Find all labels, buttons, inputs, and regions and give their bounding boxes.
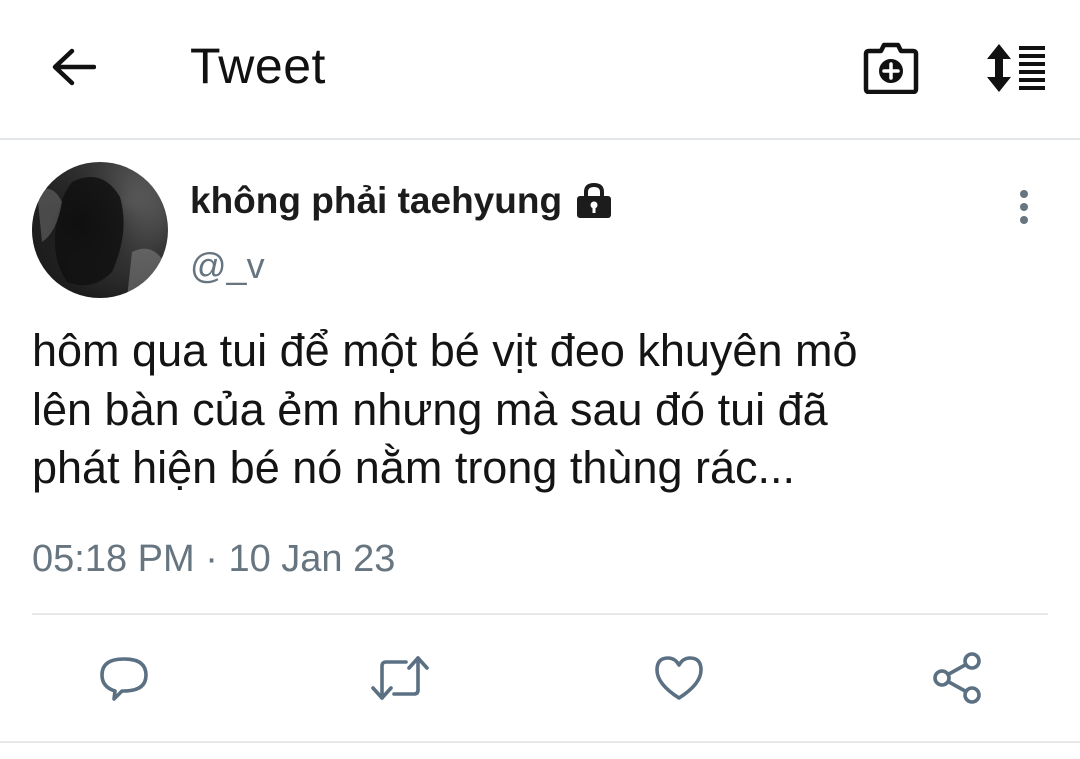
retweet-icon: [371, 656, 429, 700]
display-name[interactable]: không phải taehyung: [190, 176, 562, 226]
profile-photo: [32, 162, 168, 298]
camera-plus-icon: [863, 42, 919, 94]
camera-button[interactable]: [858, 36, 924, 100]
tweet-text-line: phát hiện bé nó nằm trong thùng rác...: [32, 442, 796, 493]
reply-icon: [100, 657, 148, 701]
more-vertical-icon: [1020, 190, 1028, 224]
divider: [32, 613, 1048, 615]
sort-list-icon: [987, 44, 1045, 92]
tweet-date: 10 Jan 23: [228, 538, 396, 580]
avatar[interactable]: [32, 162, 168, 298]
tweet-text: hôm qua tui để một bé vịt đeo khuyên mỏ …: [32, 322, 1032, 498]
reply-button[interactable]: [94, 648, 154, 708]
arrow-left-icon: [52, 48, 96, 86]
sort-button[interactable]: [978, 38, 1054, 98]
lock-icon: [574, 181, 614, 221]
user-handle[interactable]: @_v: [190, 242, 265, 290]
back-button[interactable]: [46, 40, 100, 94]
author-name-row: không phải taehyung: [190, 176, 614, 226]
bottom-divider: [0, 741, 1080, 743]
top-app-bar: Tweet: [0, 0, 1080, 140]
heart-icon: [655, 656, 703, 700]
page-title: Tweet: [190, 38, 326, 94]
share-icon: [933, 652, 981, 704]
share-button[interactable]: [927, 648, 987, 708]
tweet-text-line: lên bàn của ẻm nhưng mà sau đó tui đã: [32, 383, 828, 435]
tweet-timestamp: 05:18 PM · 10 Jan 23: [32, 534, 395, 584]
tweet-time: 05:18 PM: [32, 538, 195, 580]
tweet-text-line: hôm qua tui để một bé vịt đeo khuyên mỏ: [32, 325, 858, 376]
retweet-button[interactable]: [370, 648, 430, 708]
meta-separator: ·: [205, 538, 218, 580]
like-button[interactable]: [649, 648, 709, 708]
more-options-button[interactable]: [1006, 182, 1042, 232]
